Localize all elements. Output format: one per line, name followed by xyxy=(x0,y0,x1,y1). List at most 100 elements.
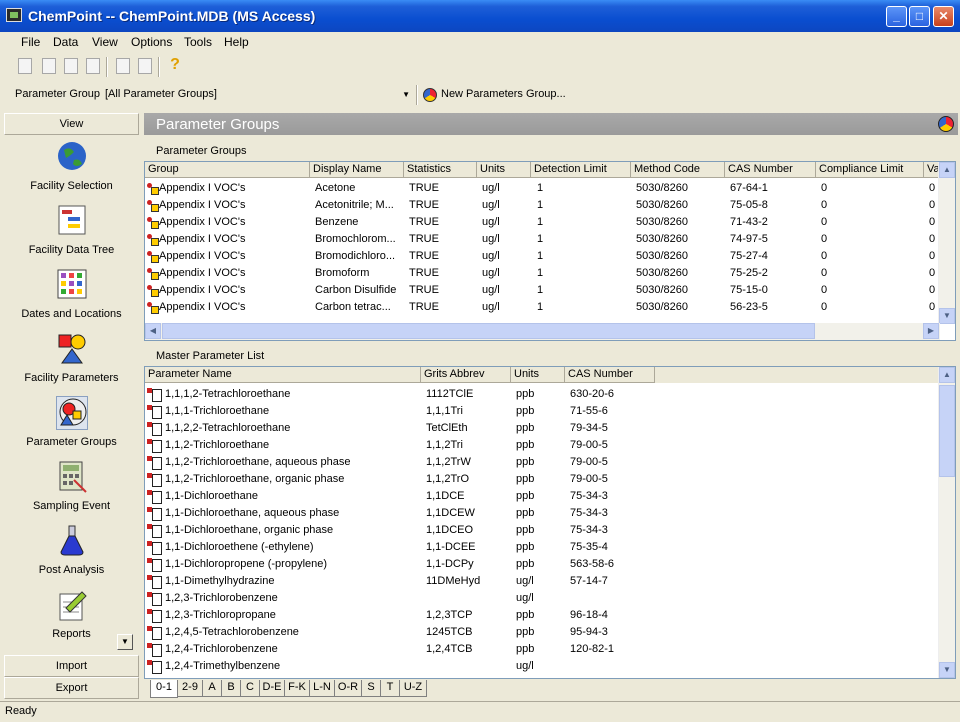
list-item[interactable]: 1,1-Dimethylhydrazine 11DMeHyd ug/l 57-14-7 xyxy=(145,573,955,590)
pdf-icon[interactable] xyxy=(42,58,56,74)
tab-l-n[interactable]: L-N xyxy=(309,680,335,697)
sidebar-item-facility-selection[interactable]: Facility Selection xyxy=(3,140,140,204)
image-icon[interactable] xyxy=(86,58,100,74)
minimize-button[interactable]: _ xyxy=(886,6,907,27)
master-vertical-scrollbar[interactable]: ▲ ▼ xyxy=(938,367,955,678)
list-item[interactable]: 1,2,4-Trichlorobenzene 1,2,4TCB ppb 120-82-… xyxy=(145,641,955,658)
column-header[interactable]: Parameter Name xyxy=(145,367,421,383)
list-item[interactable]: 1,1,2-Trichloroethane 1,1,2Tri ppb 79-00-5 xyxy=(145,437,955,454)
master-parameter-list[interactable]: Parameter Name Grits Abbrev Units CAS Nu… xyxy=(144,366,956,679)
list-item[interactable]: 1,1-Dichloropropene (-propylene) 1,1-DCPy… xyxy=(145,556,955,573)
table-row[interactable]: Appendix I VOC's Benzene TRUE ug/l 1 5030/826… xyxy=(145,214,955,231)
scroll-thumb[interactable] xyxy=(939,385,955,477)
tab-b[interactable]: B xyxy=(221,680,241,697)
table-row[interactable]: Appendix I VOC's Carbon Disulfide TRUE ug/l… xyxy=(145,282,955,299)
menu-tools[interactable]: Tools xyxy=(184,35,212,49)
dropdown-arrow-icon[interactable]: ▼ xyxy=(402,90,410,99)
list-item[interactable]: 1,1,2-Trichloroethane, organic phase 1,1,… xyxy=(145,471,955,488)
sidebar-item-facility-data-tree[interactable]: Facility Data Tree xyxy=(3,204,140,268)
scroll-left-icon[interactable]: ◀ xyxy=(145,323,161,339)
parameter-icon xyxy=(147,642,162,657)
list-item[interactable]: 1,1,2-Trichloroethane, aqueous phase 1,1,… xyxy=(145,454,955,471)
tab-s[interactable]: S xyxy=(361,680,381,697)
maximize-button[interactable]: □ xyxy=(909,6,930,27)
list-item[interactable]: 1,1-Dichloroethane 1,1DCE ppb 75-34-3 xyxy=(145,488,955,505)
table-cell: 5030/8260 xyxy=(636,233,688,245)
tab-f-k[interactable]: F-K xyxy=(284,680,310,697)
menu-file[interactable]: File xyxy=(21,35,40,49)
menu-help[interactable]: Help xyxy=(224,35,249,49)
column-header[interactable]: Compliance Limit xyxy=(816,162,924,178)
tab-d-e[interactable]: D-E xyxy=(259,680,285,697)
scroll-right-icon[interactable]: ▶ xyxy=(923,323,939,339)
help-icon[interactable]: ? xyxy=(167,56,183,73)
groups-vertical-scrollbar[interactable]: ▲ ▼ xyxy=(938,162,955,324)
print-icon[interactable] xyxy=(138,58,152,74)
calendar-grid-icon xyxy=(56,268,88,302)
tab-u-z[interactable]: U-Z xyxy=(399,680,427,697)
parameter-icon xyxy=(147,540,162,555)
parameter-groups-grid[interactable]: Group Display Name Statistics Units Dete… xyxy=(144,161,956,341)
list-item[interactable]: 1,1,1,2-Tetrachloroethane 1112TClE ppb 630-… xyxy=(145,386,955,403)
menu-data[interactable]: Data xyxy=(53,35,78,49)
column-header[interactable]: Method Code xyxy=(631,162,725,178)
export-button[interactable]: Export xyxy=(4,677,139,699)
list-item[interactable]: 1,2,3-Trichlorobenzene ug/l xyxy=(145,590,955,607)
table-row[interactable]: Appendix I VOC's Bromoform TRUE ug/l 1 5030/8… xyxy=(145,265,955,282)
column-header[interactable]: Statistics xyxy=(404,162,477,178)
tab-a[interactable]: A xyxy=(202,680,222,697)
view-button[interactable]: View xyxy=(4,113,139,135)
tab-o-r[interactable]: O-R xyxy=(334,680,362,697)
new-doc-icon[interactable] xyxy=(18,58,32,74)
scroll-down-icon[interactable]: ▼ xyxy=(939,308,955,324)
list-item[interactable]: 1,2,3-Trichloropropane 1,2,3TCP ppb 96-18-4 xyxy=(145,607,955,624)
close-button[interactable]: ✕ xyxy=(933,6,954,27)
column-header[interactable]: Display Name xyxy=(310,162,404,178)
sidebar-item-sampling-event[interactable]: Sampling Event xyxy=(3,460,140,524)
import-button[interactable]: Import xyxy=(4,655,139,677)
column-header[interactable]: Units xyxy=(477,162,531,178)
sidebar-scroll-down-icon[interactable]: ▼ xyxy=(117,634,133,650)
table-row[interactable]: Appendix I VOC's Acetone TRUE ug/l 1 5030/826… xyxy=(145,180,955,197)
list-item[interactable]: 1,1-Dichloroethene (-ethylene) 1,1-DCEE pp… xyxy=(145,539,955,556)
list-item[interactable]: 1,1-Dichloroethane, organic phase 1,1DCEO… xyxy=(145,522,955,539)
table-row[interactable]: Appendix I VOC's Carbon tetrac... TRUE ug/l… xyxy=(145,299,955,316)
list-item[interactable]: 1,2,4,5-Tetrachlorobenzene 1245TCB ppb 95-9… xyxy=(145,624,955,641)
app-icon[interactable] xyxy=(6,8,22,22)
list-item[interactable]: 1,2,4-Trimethylbenzene ug/l xyxy=(145,658,955,675)
sidebar-item-parameter-groups[interactable]: Parameter Groups xyxy=(3,396,140,460)
scroll-thumb[interactable] xyxy=(162,323,815,339)
scroll-down-icon[interactable]: ▼ xyxy=(939,662,955,678)
tab-t[interactable]: T xyxy=(380,680,400,697)
list-item[interactable]: 1,1-Dichloroethane, aqueous phase 1,1DCEW… xyxy=(145,505,955,522)
column-header[interactable]: Units xyxy=(511,367,565,383)
column-header[interactable]: Grits Abbrev xyxy=(421,367,511,383)
sidebar-item-dates-and-locations[interactable]: Dates and Locations xyxy=(3,268,140,332)
tab-2-9[interactable]: 2-9 xyxy=(177,680,203,697)
tab-0-1[interactable]: 0-1 xyxy=(150,680,178,698)
menu-view[interactable]: View xyxy=(92,35,118,49)
table-icon[interactable] xyxy=(64,58,78,74)
scroll-up-icon[interactable]: ▲ xyxy=(939,367,955,383)
menu-options[interactable]: Options xyxy=(131,35,172,49)
toolbar-separator xyxy=(416,85,418,105)
table-row[interactable]: Appendix I VOC's Acetonitrile; M... TRUE ug… xyxy=(145,197,955,214)
preview-icon[interactable] xyxy=(116,58,130,74)
table-row[interactable]: Appendix I VOC's Bromodichloro... TRUE ug/l… xyxy=(145,248,955,265)
scroll-up-icon[interactable]: ▲ xyxy=(939,162,955,178)
column-header[interactable]: Group xyxy=(145,162,310,178)
tab-c[interactable]: C xyxy=(240,680,260,697)
groups-horizontal-scrollbar[interactable]: ◀ ▶ xyxy=(145,323,940,340)
table-cell: 1,1,2TrW xyxy=(426,456,471,468)
column-header[interactable]: CAS Number xyxy=(565,367,655,383)
list-item[interactable]: 1,1,2,2-Tetrachloroethane TetClEth ppb 79-3… xyxy=(145,420,955,437)
new-parameters-group-button[interactable]: New Parameters Group... xyxy=(420,85,571,105)
column-header[interactable]: Detection Limit xyxy=(531,162,631,178)
parameter-group-select[interactable]: [All Parameter Groups] ▼ xyxy=(101,85,414,104)
column-header[interactable]: CAS Number xyxy=(725,162,816,178)
sidebar-item-facility-parameters[interactable]: Facility Parameters xyxy=(3,332,140,396)
table-row[interactable]: Appendix I VOC's Bromochlorom... TRUE ug/l 1… xyxy=(145,231,955,248)
list-item[interactable]: 1,1,1-Trichloroethane 1,1,1Tri ppb 71-55-6 xyxy=(145,403,955,420)
parameter-group-icon[interactable] xyxy=(938,116,954,132)
sidebar-item-post-analysis[interactable]: Post Analysis xyxy=(3,524,140,588)
